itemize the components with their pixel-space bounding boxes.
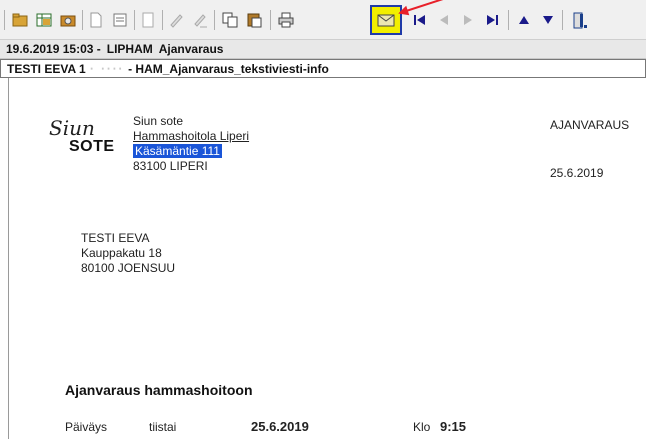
title-module: Ajanvaraus [158,42,224,56]
toolbar-separator [508,10,509,30]
sender-postal: 83100 LIPERI [133,159,208,173]
appointment-time-label: Klo [413,420,431,434]
first-page-icon[interactable] [410,10,430,30]
toolbar-separator [270,10,271,30]
document-list-icon[interactable] [110,10,130,30]
open-folder-icon[interactable] [10,10,30,30]
document-type: AJANVARAUS [550,118,630,132]
next-page-icon[interactable] [458,10,478,30]
blank-document-icon[interactable] [138,10,158,30]
window-title-bar: 19.6.2019 15:03 - LIPHAM Ajanvaraus [0,40,646,59]
title-datetime: 19.6.2019 15:03 - [6,42,101,56]
new-document-icon[interactable] [86,10,106,30]
toolbar-separator [162,10,163,30]
recipient-address: TESTI EEVA Kauppakatu 18 80100 JOENSUU [81,231,175,276]
title-app: LIPHAM [106,42,153,56]
table-icon[interactable] [34,10,54,30]
document-date: 25.6.2019 [550,166,604,180]
recipient-name: TESTI EEVA [81,231,150,245]
sender-address: Siun sote Hammashoitola Liperi Käsämänti… [133,114,249,174]
toolbar-separator [82,10,83,30]
pen-icon[interactable] [166,10,186,30]
exit-icon[interactable] [570,10,590,30]
sender-unit: Hammashoitola Liperi [133,129,250,143]
appointment-date-label: Päiväys [65,420,108,434]
annotation-arrow-head [396,5,410,19]
sender-street-selected[interactable]: Käsämäntie 111 [133,144,222,158]
toolbar-separator [562,10,563,30]
previous-page-icon[interactable] [434,10,454,30]
template-name: - HAM_Ajanvaraus_tekstiviesti-info [128,62,329,76]
document-title-bar: TESTI EEVA 1 ‧ ‧‧‧‧ - HAM_Ajanvaraus_tek… [0,59,646,78]
appointment-weekday: tiistai [149,420,177,434]
folder-check-icon[interactable] [58,10,78,30]
logo-script: Siun [49,116,95,140]
section-title: Ajanvaraus hammashoitoon [65,382,253,398]
toolbar [0,0,646,40]
up-icon[interactable] [514,10,534,30]
sender-org: Siun sote [133,114,184,128]
envelope-icon[interactable] [376,10,396,30]
paste-icon[interactable] [244,10,264,30]
toolbar-separator [4,10,5,30]
last-page-icon[interactable] [482,10,502,30]
toolbar-separator [214,10,215,30]
print-icon[interactable] [276,10,296,30]
letter-page: Siun SOTE Siun sote Hammashoitola Liperi… [8,78,646,439]
appointment-time: 9:15 [440,419,467,434]
copy-icon[interactable] [220,10,240,30]
pen-edit-icon[interactable] [190,10,210,30]
patient-id-obscured: ‧ ‧‧‧‧ [89,62,125,76]
logo-bold: SOTE [69,138,115,155]
toolbar-separator [134,10,135,30]
recipient-postal: 80100 JOENSUU [81,261,176,275]
sender-street[interactable]: Käsämäntie 111 [133,144,249,159]
patient-name: TESTI EEVA 1 [7,62,86,76]
recipient-street: Kauppakatu 18 [81,246,162,260]
down-icon[interactable] [538,10,558,30]
appointment-date: 25.6.2019 [251,419,309,434]
